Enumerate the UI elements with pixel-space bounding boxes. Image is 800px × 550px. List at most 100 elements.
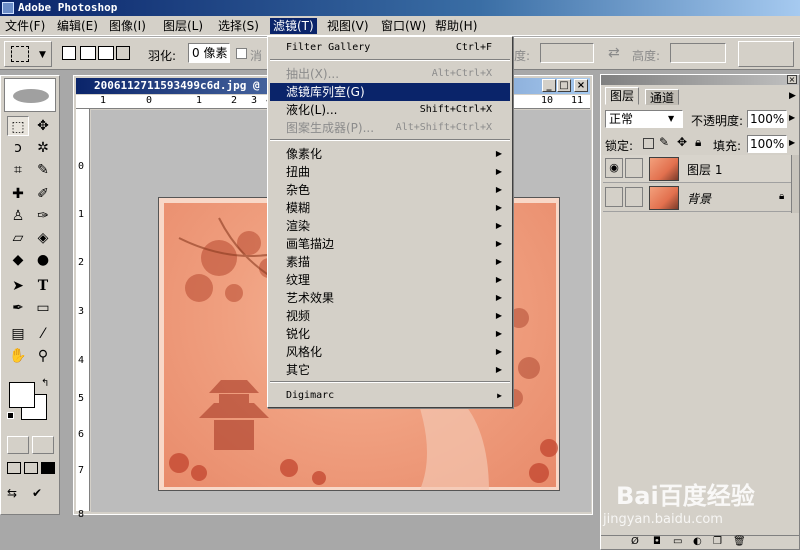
menu-item-other[interactable]: 其它 ▶ — [270, 361, 510, 379]
menu-image[interactable]: 图像(I) — [106, 18, 149, 34]
opacity-slider-arrow-icon[interactable]: ▶ — [789, 113, 795, 122]
paint-bucket-tool-icon[interactable]: ◈ — [32, 228, 54, 248]
lock-all-icon[interactable]: 🔒︎ — [695, 135, 701, 150]
antialias-checkbox[interactable] — [236, 48, 247, 59]
quick-mask-mode-icon[interactable] — [32, 436, 54, 454]
default-colors-icon[interactable] — [7, 412, 14, 419]
subtract-selection-icon[interactable] — [98, 46, 114, 60]
tab-channels[interactable]: 通道 — [645, 89, 680, 105]
menu-item-artistic[interactable]: 艺术效果 ▶ — [270, 289, 510, 307]
adjustment-layer-icon[interactable]: ◐ — [693, 536, 702, 547]
blur-tool-icon[interactable]: ◆ — [7, 250, 29, 270]
minimize-button[interactable]: _ — [542, 79, 556, 92]
palette-well[interactable] — [738, 41, 794, 67]
history-brush-tool-icon[interactable]: ✑ — [32, 206, 54, 226]
eye-hidden-icon[interactable] — [605, 187, 623, 207]
maximize-button[interactable]: □ — [557, 79, 571, 92]
fill-slider-arrow-icon[interactable]: ▶ — [789, 138, 795, 147]
screen-mode-full-icon[interactable] — [41, 462, 55, 474]
menu-layer[interactable]: 图层(L) — [160, 18, 206, 34]
swap-icon[interactable]: ⇄ — [608, 45, 620, 61]
layer-link-toggle[interactable] — [625, 187, 643, 207]
layer-style-icon[interactable]: Ø — [631, 536, 639, 547]
eyedropper-tool-icon[interactable]: ⁄ — [32, 324, 54, 344]
zoom-tool-icon[interactable]: ⚲ — [32, 346, 54, 366]
menu-item-blur[interactable]: 模糊 ▶ — [270, 199, 510, 217]
screen-mode-standard-icon[interactable] — [7, 462, 21, 474]
layer-name[interactable]: 图层 1 — [687, 161, 722, 178]
new-selection-icon[interactable] — [62, 46, 76, 60]
brush-tool-icon[interactable]: ✐ — [32, 184, 54, 204]
menu-item-digimarc[interactable]: Digimarc ▶ — [270, 387, 510, 405]
width-input[interactable] — [540, 43, 594, 63]
type-tool-icon[interactable]: T — [32, 276, 54, 296]
menu-item-distort[interactable]: 扭曲 ▶ — [270, 163, 510, 181]
dodge-tool-icon[interactable]: ● — [32, 250, 54, 270]
delete-layer-icon[interactable]: 🗑︎ — [733, 536, 746, 547]
crop-tool-icon[interactable]: ⌗ — [7, 160, 29, 180]
close-button[interactable]: × — [574, 79, 588, 92]
layer-row[interactable]: 背景 🔒︎ — [603, 184, 799, 212]
layers-scrollbar[interactable] — [791, 155, 799, 213]
add-selection-icon[interactable] — [80, 46, 96, 60]
menu-help[interactable]: 帮助(H) — [432, 18, 480, 34]
panel-close-button[interactable]: × — [787, 75, 797, 84]
eraser-tool-icon[interactable]: ▱ — [7, 228, 29, 248]
path-selection-tool-icon[interactable]: ➤ — [7, 276, 29, 296]
menu-item-sketch[interactable]: 素描 ▶ — [270, 253, 510, 271]
new-layer-icon[interactable]: ❐ — [713, 536, 722, 547]
lock-transparency-icon[interactable] — [643, 138, 654, 149]
menu-filter[interactable]: 滤镜(T) — [270, 18, 317, 34]
menu-edit[interactable]: 编辑(E) — [54, 18, 101, 34]
menu-item-noise[interactable]: 杂色 ▶ — [270, 181, 510, 199]
panel-menu-icon[interactable]: ▶ — [789, 91, 796, 101]
swap-colors-icon[interactable]: ↰ — [41, 378, 49, 389]
layer-link-toggle[interactable] — [625, 158, 643, 178]
jump-to-imageready-icon[interactable]: ⇆ — [7, 486, 29, 504]
menu-window[interactable]: 窗口(W) — [378, 18, 429, 34]
layer-name[interactable]: 背景 — [687, 190, 711, 207]
marquee-tool-icon[interactable]: ⬚ — [7, 116, 29, 136]
move-tool-icon[interactable]: ✥ — [32, 116, 54, 136]
edit-in-imageready-icon[interactable]: ✔ — [32, 486, 54, 504]
clone-stamp-tool-icon[interactable]: ♙ — [7, 206, 29, 226]
hand-tool-icon[interactable]: ✋ — [7, 346, 29, 366]
new-set-icon[interactable]: ▭ — [673, 536, 682, 547]
menu-item-texture[interactable]: 纹理 ▶ — [270, 271, 510, 289]
pen-tool-icon[interactable]: ✒ — [7, 298, 29, 318]
magic-wand-tool-icon[interactable]: ✲ — [32, 138, 54, 158]
foreground-color-swatch[interactable] — [9, 382, 35, 408]
lock-position-icon[interactable]: ✥ — [677, 135, 687, 149]
standard-mode-icon[interactable] — [7, 436, 29, 454]
layer-mask-icon[interactable]: ◘ — [653, 536, 661, 547]
menu-item-filter-gallery-cn[interactable]: 滤镜库列室(G) — [270, 83, 510, 101]
menu-item-video[interactable]: 视频 ▶ — [270, 307, 510, 325]
eye-icon[interactable]: ◉ — [605, 158, 623, 178]
lasso-tool-icon[interactable]: ↄ — [7, 138, 29, 158]
feather-input[interactable]: 0 像素 — [188, 43, 230, 63]
opacity-input[interactable]: 100% — [747, 110, 787, 128]
menu-file[interactable]: 文件(F) — [2, 18, 48, 34]
layer-row[interactable]: ◉ 图层 1 — [603, 155, 799, 183]
shape-tool-icon[interactable]: ▭ — [32, 298, 54, 318]
menu-view[interactable]: 视图(V) — [324, 18, 372, 34]
menu-item-brush-strokes[interactable]: 画笔描边 ▶ — [270, 235, 510, 253]
height-input[interactable] — [670, 43, 726, 63]
blend-mode-select[interactable]: 正常 ▼ — [605, 110, 683, 128]
tab-layers[interactable]: 图层 — [605, 87, 640, 105]
fill-input[interactable]: 100% — [747, 135, 787, 153]
intersect-selection-icon[interactable] — [116, 46, 130, 60]
menu-item-render[interactable]: 渲染 ▶ — [270, 217, 510, 235]
tool-preset-picker[interactable]: ▼ — [4, 41, 52, 67]
slice-tool-icon[interactable]: ✎ — [32, 160, 54, 180]
lock-pixels-icon[interactable]: ✎ — [659, 135, 669, 149]
menu-item-sharpen[interactable]: 锐化 ▶ — [270, 325, 510, 343]
healing-brush-tool-icon[interactable]: ✚ — [7, 184, 29, 204]
screen-mode-full-menu-icon[interactable] — [24, 462, 38, 474]
menu-item-pixelate[interactable]: 像素化 ▶ — [270, 145, 510, 163]
menu-item-filter-gallery[interactable]: Filter Gallery Ctrl+F — [270, 39, 510, 57]
menu-item-liquify[interactable]: 液化(L)... Shift+Ctrl+X — [270, 101, 510, 119]
notes-tool-icon[interactable]: ▤ — [7, 324, 29, 344]
menu-item-stylize[interactable]: 风格化 ▶ — [270, 343, 510, 361]
menu-select[interactable]: 选择(S) — [215, 18, 262, 34]
